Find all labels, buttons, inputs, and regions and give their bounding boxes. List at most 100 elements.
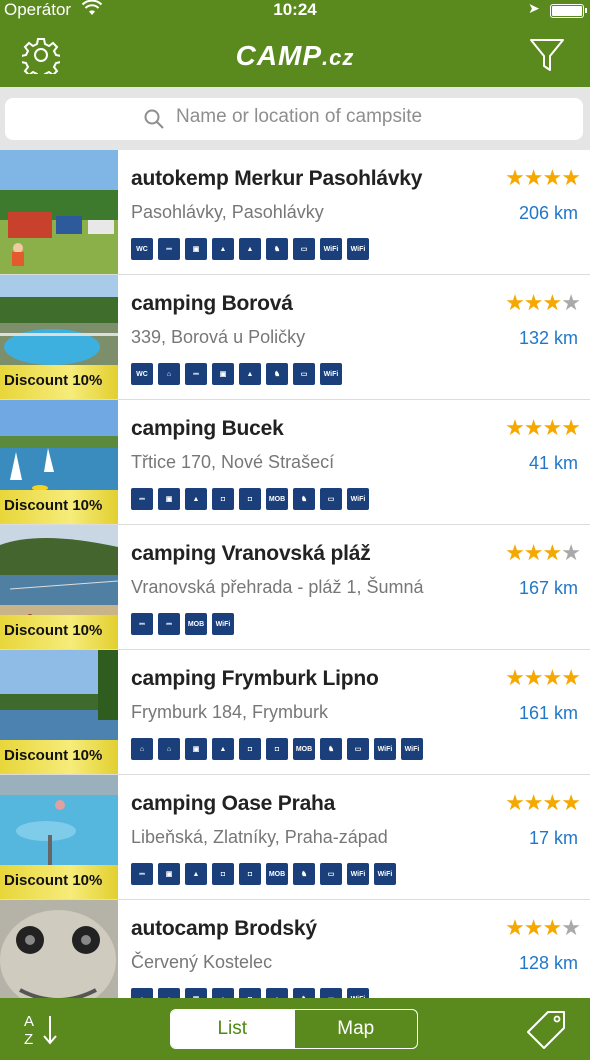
campsite-list[interactable]: autokemp Merkur Pasohlávky ★★★★ Pasohlávky… <box>0 150 590 998</box>
campsite-row[interactable]: autokemp Merkur Pasohlávky ★★★★ Pasohlávky… <box>0 150 590 275</box>
star-icon: ★ <box>542 790 563 815</box>
campsite-address: Vranovská přehrada - pláž 1, Šumná <box>131 577 424 597</box>
campsite-address: Pasohlávky, Pasohlávky <box>131 202 324 222</box>
campsite-address: Červený Kostelec <box>131 952 273 972</box>
amenity-tv-icon: ▭ <box>320 988 342 998</box>
campsite-distance: 167 km <box>518 578 578 598</box>
star-icon: ★ <box>523 415 544 440</box>
amenity-shw-icon: ⎓ <box>131 863 153 885</box>
amenity-shw-icon: ⎓ <box>158 238 180 260</box>
amenity-hut-icon: ⌂ <box>158 363 180 385</box>
amenity-tv-icon: ▭ <box>320 863 342 885</box>
star-icon: ★ <box>561 290 581 315</box>
amenity-wc-icon: WC <box>131 238 153 260</box>
amenity-tv-icon: ▭ <box>293 363 315 385</box>
amenity-shw-icon: ⎓ <box>131 488 153 510</box>
campsite-name: camping Oase Praha <box>131 792 336 815</box>
amenity-dog-icon: ♞ <box>293 988 315 998</box>
tab-map[interactable]: Map <box>293 1010 418 1048</box>
star-icon: ★ <box>505 915 525 940</box>
amenity-shw-icon: ⎓ <box>185 363 207 385</box>
amenity-wifi-icon: WiFi <box>320 238 342 260</box>
amenity-wifi-icon: WiFi <box>347 863 369 885</box>
amenity-shw-icon: ⎓ <box>131 613 153 635</box>
star-icon: ★ <box>523 665 544 690</box>
star-icon: ★ <box>561 665 581 690</box>
campsite-row[interactable]: autocamp Brodský ★★★★ Červený Kostelec 128 … <box>0 900 590 998</box>
star-rating: ★★★★ <box>505 165 581 191</box>
amenity-icons: ⌂ ⌂ ▣ ▲ ◘ ▲ ♞ ▭ WiFi <box>131 988 369 998</box>
star-icon: ★ <box>542 415 563 440</box>
view-toggle: List Map <box>170 1009 418 1049</box>
status-bar: Operátor 10:24 ➤ <box>0 0 590 22</box>
amenity-hut-icon: ⌂ <box>158 988 180 998</box>
campsite-distance: 206 km <box>518 203 578 223</box>
amenity-crv-icon: ◘ <box>239 988 261 998</box>
amenity-crv-icon: ◘ <box>266 738 288 760</box>
campsite-address: Frymburk 184, Frymburk <box>131 702 329 722</box>
campsite-row[interactable]: Discount 10% camping Bucek ★★★★ Třtice 170,… <box>0 400 590 525</box>
campsite-photo <box>0 900 118 998</box>
campsite-distance: 41 km <box>528 453 578 473</box>
campsite-address: Třtice 170, Nové Strašecí <box>131 452 335 472</box>
star-icon: ★ <box>505 415 525 440</box>
amenity-tnt-icon: ▲ <box>212 238 234 260</box>
campsite-name: autocamp Brodský <box>131 917 317 940</box>
amenity-tnt-icon: ▲ <box>185 863 207 885</box>
search-input[interactable]: Name or location of campsite <box>5 98 583 140</box>
amenity-mob-icon: MOB <box>293 738 315 760</box>
amenity-hut-icon: ⌂ <box>131 738 153 760</box>
amenity-wifi-icon: WiFi <box>347 988 369 998</box>
star-rating: ★★★★ <box>505 415 581 441</box>
discount-badge: Discount 10% <box>0 490 118 524</box>
star-rating: ★★★★ <box>505 665 581 691</box>
campsite-name: camping Bucek <box>131 417 284 440</box>
star-icon: ★ <box>542 665 563 690</box>
amenity-car-icon: ▣ <box>212 363 234 385</box>
app-header: Operátor 10:24 ➤ CAMP.cz <box>0 0 590 87</box>
campsite-row[interactable]: Discount 10% camping Vranovská pláž ★★★★ Vr… <box>0 525 590 650</box>
amenity-wifi-icon: WiFi <box>212 613 234 635</box>
campsite-photo: Discount 10% <box>0 650 118 774</box>
amenity-tnt-icon: ▲ <box>212 738 234 760</box>
logo-suffix: .cz <box>322 45 355 70</box>
star-icon: ★ <box>523 915 544 940</box>
tab-list[interactable]: List <box>171 1010 294 1048</box>
amenity-crv-icon: ◘ <box>239 863 261 885</box>
amenity-icons: ⌂ ⌂ ▣ ▲ ◘ ◘ MOB ♞ ▭ WiFi WiFi <box>131 738 423 760</box>
discount-badge: Discount 10% <box>0 740 118 774</box>
amenity-car-icon: ▣ <box>185 238 207 260</box>
filter-icon[interactable] <box>528 36 566 74</box>
star-icon: ★ <box>542 290 563 315</box>
battery-icon <box>550 4 587 18</box>
amenity-dog-icon: ♞ <box>293 488 315 510</box>
amenity-tv-icon: ▭ <box>293 238 315 260</box>
campsite-row[interactable]: Discount 10% camping Oase Praha ★★★★ Libeňs… <box>0 775 590 900</box>
campsite-photo <box>0 150 118 274</box>
star-icon: ★ <box>561 790 581 815</box>
sort-alphabetical-icon[interactable]: A Z <box>22 1010 62 1048</box>
amenity-dog-icon: ♞ <box>266 238 288 260</box>
campsite-distance: 128 km <box>518 953 578 973</box>
discount-tag-icon[interactable] <box>524 1008 568 1052</box>
amenity-wifi-icon: WiFi <box>401 738 423 760</box>
amenity-mob-icon: MOB <box>266 863 288 885</box>
clock: 10:24 <box>273 0 317 19</box>
star-icon: ★ <box>523 165 544 190</box>
star-icon: ★ <box>561 540 581 565</box>
amenity-crv-icon: ◘ <box>212 488 234 510</box>
campsite-row[interactable]: Discount 10% camping Frymburk Lipno ★★★★ Fr… <box>0 650 590 775</box>
campsite-row[interactable]: Discount 10% camping Borová ★★★★ 339, Boro… <box>0 275 590 400</box>
amenity-wc-icon: WC <box>131 363 153 385</box>
star-icon: ★ <box>505 165 525 190</box>
campsite-distance: 132 km <box>518 328 578 348</box>
logo-main: CAMP <box>235 40 323 71</box>
search-icon <box>143 108 165 130</box>
star-icon: ★ <box>523 540 544 565</box>
campsite-name: camping Borová <box>131 292 293 315</box>
amenity-wifi-icon: WiFi <box>347 238 369 260</box>
campsite-name: autokemp Merkur Pasohlávky <box>131 167 423 190</box>
bottom-toolbar: A Z List Map <box>0 998 590 1060</box>
search-placeholder: Name or location of campsite <box>176 106 423 127</box>
amenity-tnt-icon: ▲ <box>239 238 261 260</box>
